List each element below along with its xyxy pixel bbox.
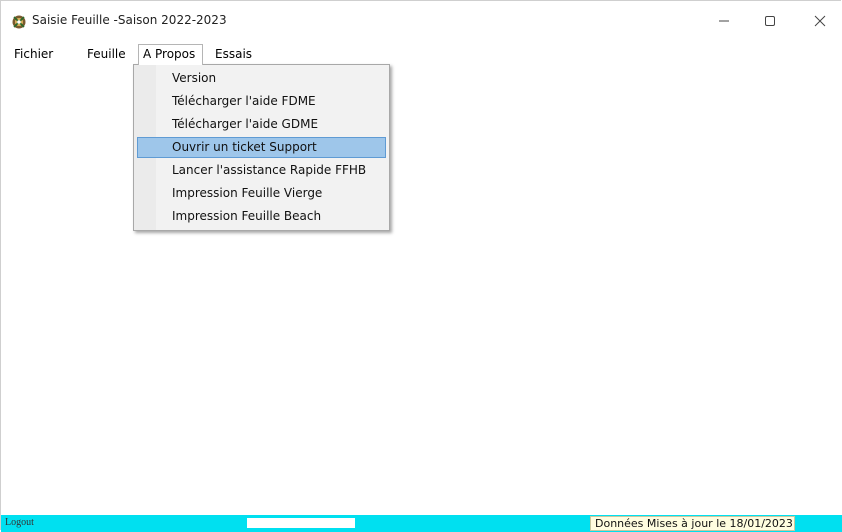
menu-item-telecharger-aide-fdme[interactable]: Télécharger l'aide FDME (137, 91, 386, 112)
logout-link[interactable]: Logout (5, 517, 34, 528)
menu-item-lancer-assistance-rapide[interactable]: Lancer l'assistance Rapide FFHB (137, 160, 386, 181)
menu-a-propos[interactable]: A Propos (138, 44, 203, 65)
maximize-button[interactable] (747, 1, 793, 41)
minimize-button[interactable] (701, 1, 747, 41)
menu-item-ouvrir-ticket-support[interactable]: Ouvrir un ticket Support (137, 137, 386, 158)
data-update-status: Données Mises à jour le 18/01/2023 (590, 516, 795, 531)
menu-bar: Fichier Feuille A Propos Essais (1, 41, 842, 65)
status-field (247, 518, 355, 528)
close-icon (814, 15, 826, 27)
main-content-area (1, 65, 842, 515)
menu-essais[interactable]: Essais (211, 45, 256, 63)
menu-fichier[interactable]: Fichier (10, 45, 57, 63)
close-button[interactable] (797, 1, 842, 41)
minimize-icon (719, 20, 729, 22)
menu-item-impression-feuille-vierge[interactable]: Impression Feuille Vierge (137, 183, 386, 204)
window-title: Saisie Feuille -Saison 2022-2023 (32, 13, 227, 27)
app-window: Saisie Feuille -Saison 2022-2023 Fichier… (0, 0, 842, 532)
status-bar: Logout Données Mises à jour le 18/01/202… (1, 515, 842, 532)
menu-item-telecharger-aide-gdme[interactable]: Télécharger l'aide GDME (137, 114, 386, 135)
menu-feuille[interactable]: Feuille (83, 45, 130, 63)
menu-item-impression-feuille-beach[interactable]: Impression Feuille Beach (137, 206, 386, 227)
menu-item-version[interactable]: Version (137, 68, 386, 89)
title-bar[interactable]: Saisie Feuille -Saison 2022-2023 (1, 1, 842, 41)
a-propos-dropdown-menu: Version Télécharger l'aide FDME Téléchar… (133, 64, 390, 231)
maximize-icon (765, 16, 775, 26)
app-icon (12, 15, 26, 29)
